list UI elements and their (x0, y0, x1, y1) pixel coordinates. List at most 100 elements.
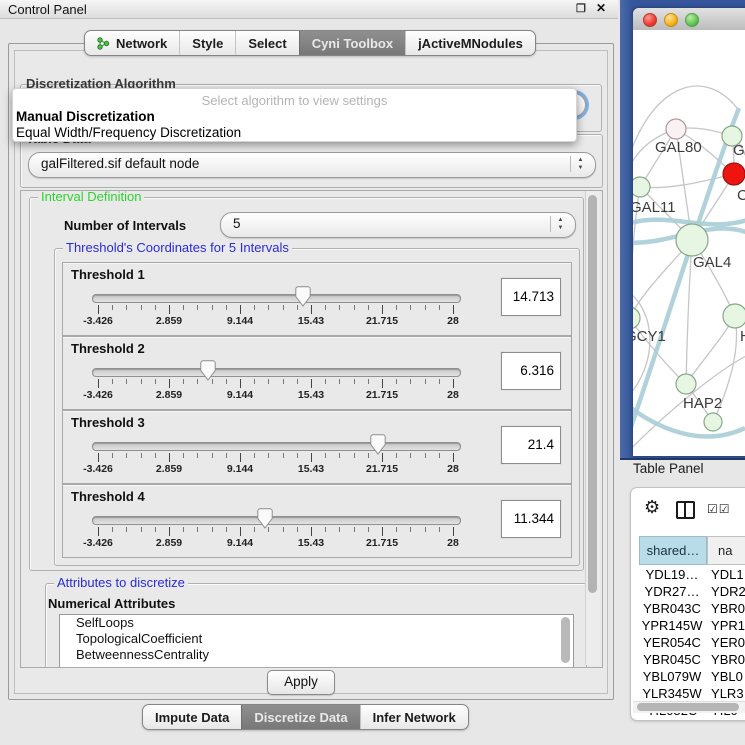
scrollbar-thumb[interactable] (588, 195, 597, 593)
network-node-selected[interactable] (723, 163, 745, 185)
list-item[interactable]: SelfLoops (60, 615, 573, 631)
threshold-1-slider-track[interactable] (92, 294, 461, 303)
tab-network[interactable]: Network (85, 31, 179, 55)
cell: YPR145W (639, 617, 705, 634)
network-node[interactable] (723, 304, 745, 328)
tab-select[interactable]: Select (235, 31, 298, 55)
threshold-2-slider-track[interactable] (92, 368, 461, 377)
apply-button[interactable]: Apply (267, 670, 335, 695)
select-columns-icon[interactable]: ☑☑ (707, 502, 731, 516)
threshold-coordinates-label: Threshold's Coordinates for 5 Intervals (63, 241, 292, 255)
tick-mark (98, 305, 99, 314)
tick-mark (283, 527, 284, 532)
tick-mark (410, 453, 411, 458)
network-canvas[interactable]: GAL80 GA C GAL11 GAL4 GCY1 H HAP2 (633, 30, 745, 456)
tick-mark (453, 453, 454, 462)
scale-tick: 21.715 (352, 537, 412, 549)
zoom-traffic-light-icon[interactable] (685, 13, 699, 27)
tick-mark (311, 453, 312, 462)
tick-mark (226, 379, 227, 384)
tick-mark (410, 379, 411, 384)
threshold-4-slider-thumb[interactable] (257, 508, 273, 529)
tick-mark (439, 305, 440, 310)
tab-jactivemnodules[interactable]: jActiveMNodules (405, 31, 535, 55)
gear-icon[interactable]: ⚙ (644, 497, 660, 518)
tab-discretize-data[interactable]: Discretize Data (241, 705, 359, 729)
table-row[interactable]: YLR345WYLR3 (639, 685, 745, 702)
table-row[interactable]: YBR045CYBR0 (639, 651, 745, 668)
numerical-attributes-list[interactable]: SelfLoops TopologicalCoefficient Between… (59, 614, 574, 668)
threshold-1-value-field[interactable]: 14.713 (501, 278, 561, 316)
table-header-row: shared… na (639, 536, 745, 565)
viewport-scrollbar[interactable] (585, 191, 600, 665)
list-scrollbar[interactable] (560, 617, 571, 668)
threshold-4-slider-track[interactable] (92, 516, 461, 525)
table-row[interactable]: YBR043CYBR0 (639, 600, 745, 617)
tick-mark (183, 379, 184, 384)
tick-mark (396, 527, 397, 532)
table-row[interactable]: YER054CYER0 (639, 634, 745, 651)
table-panel: ⚙ ☑☑ shared… na YDL19…YDL1 YDR27…YDR2 YB… (630, 487, 745, 721)
network-node[interactable] (666, 119, 686, 139)
tick-mark (453, 379, 454, 388)
threshold-3-slider-track[interactable] (92, 442, 461, 451)
scale-tick: 2.859 (139, 537, 199, 549)
tab-infer-network-label: Infer Network (373, 710, 456, 725)
tab-discretize-data-label: Discretize Data (254, 710, 347, 725)
threshold-4-value-field[interactable]: 11.344 (501, 500, 561, 538)
minimize-traffic-light-icon[interactable] (664, 13, 678, 27)
node-label-partial: H (740, 328, 745, 345)
tick-mark (183, 453, 184, 458)
network-window-titlebar[interactable] (633, 8, 745, 31)
table-panel-title: Table Panel (633, 461, 704, 476)
node-label-gal80: GAL80 (655, 139, 702, 156)
network-node[interactable] (633, 177, 650, 197)
close-traffic-light-icon[interactable] (643, 13, 657, 27)
number-of-intervals-combobox[interactable]: 5 ▲▼ (220, 212, 576, 238)
threshold-2-value-field[interactable]: 6.316 (501, 352, 561, 390)
table-row[interactable]: YDR27…YDR2 (639, 583, 745, 600)
column-header-shared-name[interactable]: shared… (639, 536, 707, 565)
table-row[interactable]: YDL19…YDL1 (639, 566, 745, 583)
tick-mark (126, 379, 127, 384)
cell: YLR3 (705, 685, 745, 702)
columns-icon[interactable] (676, 501, 695, 519)
float-window-icon[interactable]: ❐ (576, 2, 586, 15)
threshold-3-value-field[interactable]: 21.4 (501, 426, 561, 464)
tab-impute-data[interactable]: Impute Data (143, 705, 241, 729)
network-node[interactable] (676, 374, 696, 394)
network-node[interactable] (633, 307, 640, 329)
dropdown-option-equal-width-frequency[interactable]: Equal Width/Frequency Discretization (16, 125, 241, 140)
table-row[interactable]: YPR145WYPR1 (639, 617, 745, 634)
network-node[interactable] (676, 224, 708, 256)
column-header-name[interactable]: na (707, 536, 745, 565)
table-horizontal-scrollbar[interactable] (633, 701, 745, 713)
interval-definition-label: Interval Definition (38, 190, 144, 204)
network-edge[interactable] (640, 174, 734, 188)
network-node[interactable] (704, 413, 722, 431)
tick-mark (126, 305, 127, 310)
tick-mark (325, 453, 326, 458)
scale-tick: 21.715 (352, 315, 412, 327)
tab-cyni-toolbox[interactable]: Cyni Toolbox (299, 31, 405, 55)
threshold-2-slider-thumb[interactable] (200, 360, 216, 381)
cell: YBR0 (705, 600, 745, 617)
tick-mark (339, 453, 340, 458)
table-row[interactable]: YBL079WYBL0 (639, 668, 745, 685)
scrollbar-thumb[interactable] (561, 617, 570, 663)
tick-mark (254, 453, 255, 458)
close-icon[interactable]: ✕ (596, 1, 606, 15)
tab-style[interactable]: Style (179, 31, 235, 55)
tick-mark (197, 379, 198, 384)
list-item[interactable]: BetweennessCentrality (60, 647, 573, 663)
dropdown-option-manual-discretization[interactable]: Manual Discretization (16, 109, 155, 124)
tick-mark (126, 527, 127, 532)
scrollbar-thumb[interactable] (637, 703, 739, 711)
threshold-3-slider-thumb[interactable] (370, 434, 386, 455)
tick-mark (98, 453, 99, 462)
tab-infer-network[interactable]: Infer Network (360, 705, 468, 729)
threshold-1-slider-thumb[interactable] (295, 286, 311, 307)
table-data-combobox[interactable]: galFiltered.sif default node ▲▼ (28, 152, 596, 178)
tick-mark (197, 527, 198, 532)
list-item[interactable]: TopologicalCoefficient (60, 631, 573, 647)
